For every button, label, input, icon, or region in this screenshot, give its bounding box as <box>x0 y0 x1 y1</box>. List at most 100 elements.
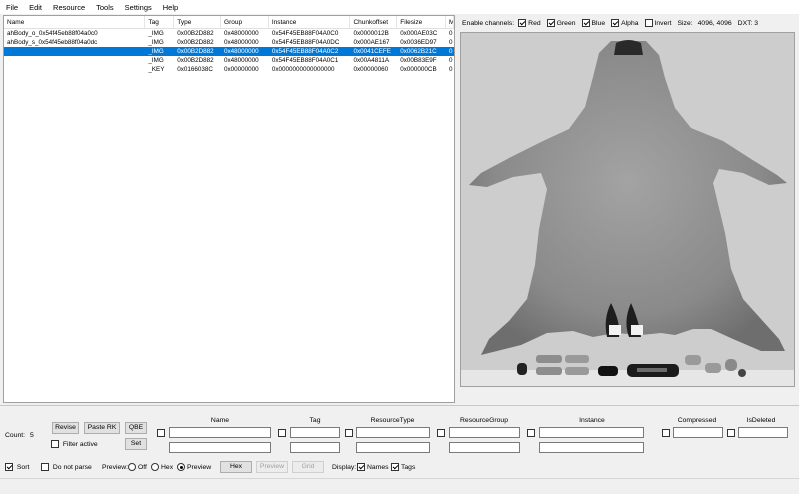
preview-off-radio[interactable]: Off <box>128 463 147 471</box>
filter-name-input-2[interactable] <box>169 442 271 453</box>
filter-resourcetype-checkbox[interactable] <box>345 429 353 437</box>
dxt-readout: DXT: 3 <box>737 19 759 27</box>
column-header-group[interactable]: Group <box>221 16 269 28</box>
preview-preview-label: Preview <box>187 463 212 471</box>
checkbox-icon <box>357 463 365 471</box>
resource-row[interactable]: ahBody_o_0x54f45eb88f04a0c0 _IMG 0x00B2D88… <box>4 29 454 38</box>
menu-tools[interactable]: Tools <box>96 3 114 12</box>
filter-name-checkbox[interactable] <box>157 429 165 437</box>
column-header-name[interactable]: Name <box>4 16 146 28</box>
cell-instance: 0x54F45EB88F04A0DC <box>271 39 340 46</box>
channel-alpha-label: Alpha <box>621 19 639 27</box>
invert-checkbox[interactable]: Invert <box>644 19 672 27</box>
count-value: 5 <box>30 432 34 439</box>
filter-tag-checkbox[interactable] <box>278 429 286 437</box>
cell-instance: 0x0000000000000000 <box>271 66 335 73</box>
resource-list[interactable]: Name Tag Type Group Instance Chunkoffset… <box>3 15 455 403</box>
cell-filesize: 0x0036ED97 <box>400 39 437 46</box>
filter-header-resourcegroup: ResourceGroup <box>460 417 508 424</box>
cell-more: 0 <box>449 66 453 73</box>
preview-off-label: Off <box>138 463 147 471</box>
column-header-filesize[interactable]: Filesize <box>397 16 447 28</box>
cell-type: 0x00B2D882 <box>177 39 214 46</box>
cell-filesize: 0x0062B21C <box>400 48 437 55</box>
texture-preview <box>460 32 795 387</box>
do-not-parse-checkbox[interactable]: Do not parse <box>41 463 92 471</box>
cell-more: 0 <box>449 48 453 55</box>
preview-button[interactable]: Preview <box>256 461 288 473</box>
filter-resourcegroup-input[interactable] <box>449 427 520 438</box>
menu-edit[interactable]: Edit <box>29 3 42 12</box>
channel-alpha-checkbox[interactable]: Alpha <box>611 19 639 27</box>
qbe-button[interactable]: QBE <box>125 422 147 434</box>
filter-resourcegroup-input-2[interactable] <box>449 442 520 453</box>
channel-red-label: Red <box>528 19 541 27</box>
filter-resourcetype-input[interactable] <box>356 427 430 438</box>
filter-isdeleted-checkbox[interactable] <box>727 429 735 437</box>
preview-pane: Enable channels: Red Green Blue Alpha In… <box>459 15 796 403</box>
checkbox-icon <box>5 463 13 471</box>
filter-resourcegroup-checkbox[interactable] <box>437 429 445 437</box>
filter-tag-input[interactable] <box>290 427 340 438</box>
filter-resourcetype-input-2[interactable] <box>356 442 430 453</box>
cell-instance: 0x54F45EB88F04A0C0 <box>271 30 339 37</box>
menu-resource[interactable]: Resource <box>53 3 85 12</box>
column-header-instance[interactable]: Instance <box>269 16 351 28</box>
display-label: Display: <box>332 464 357 471</box>
filter-header-tag: Tag <box>309 417 321 424</box>
filter-tag-input-2[interactable] <box>290 442 340 453</box>
filter-compressed-input[interactable] <box>673 427 723 438</box>
cell-filesize: 0x000000CB <box>400 66 437 73</box>
set-button[interactable]: Set <box>125 438 147 450</box>
cell-type: 0x00B2D882 <box>177 48 214 55</box>
sort-checkbox[interactable]: Sort <box>5 463 29 471</box>
menu-help[interactable]: Help <box>163 3 178 12</box>
filter-active-checkbox[interactable]: Filter active <box>51 440 98 448</box>
cell-chunkoffset: 0x00A4811A <box>353 57 390 64</box>
display-tags-checkbox[interactable]: Tags <box>391 463 415 471</box>
filter-name-input[interactable] <box>169 427 271 438</box>
menu-file[interactable]: File <box>6 3 18 12</box>
column-header-type[interactable]: Type <box>174 16 222 28</box>
channel-green-checkbox[interactable]: Green <box>546 19 576 27</box>
filter-header-resourcetype: ResourceType <box>370 417 415 424</box>
channel-red-checkbox[interactable]: Red <box>518 19 541 27</box>
resource-row[interactable]: _KEY 0x0166038C 0x00000000 0x00000000000000… <box>4 65 454 74</box>
menu-settings[interactable]: Settings <box>125 3 152 12</box>
hex-button[interactable]: Hex <box>220 461 252 473</box>
preview-hex-label: Hex <box>161 463 174 471</box>
texture-image <box>461 40 794 386</box>
invert-label: Invert <box>654 19 672 27</box>
status-bar <box>0 478 799 494</box>
checkbox-icon <box>644 19 653 27</box>
checkbox-icon <box>611 19 620 27</box>
preview-hex-radio[interactable]: Hex <box>151 463 173 471</box>
column-header-chunkoffset[interactable]: Chunkoffset <box>350 16 398 28</box>
filter-header-compressed: Compressed <box>677 417 717 424</box>
filter-instance-input[interactable] <box>539 427 644 438</box>
filter-instance-checkbox[interactable] <box>527 429 535 437</box>
enable-channels-label: Enable channels: <box>462 19 515 27</box>
cell-group: 0x48000000 <box>224 39 259 46</box>
filter-instance-input-2[interactable] <box>539 442 644 453</box>
cell-group: 0x48000000 <box>224 57 259 64</box>
radio-icon <box>151 463 159 471</box>
filter-compressed-checkbox[interactable] <box>662 429 670 437</box>
preview-preview-radio[interactable]: Preview <box>177 463 211 471</box>
preview-label: Preview: <box>102 464 129 471</box>
resource-row[interactable]: ahBody_s_0x54f45eb88f04a0dc _IMG 0x00B2D88… <box>4 38 454 47</box>
cell-filesize: 0x000AE03C <box>400 30 438 37</box>
display-names-checkbox[interactable]: Names <box>357 463 389 471</box>
channel-blue-checkbox[interactable]: Blue <box>581 19 605 27</box>
column-header-tag[interactable]: Tag <box>145 16 175 28</box>
filter-isdeleted-input[interactable] <box>738 427 788 438</box>
resource-row[interactable]: _IMG 0x00B2D882 0x48000000 0x54F45EB88F04A0… <box>4 56 454 65</box>
size-readout: Size: 4096, 4096 <box>678 20 732 27</box>
column-header-more[interactable]: M <box>446 16 454 28</box>
cell-tag: _IMG <box>148 30 164 37</box>
resource-row[interactable]: _IMG 0x00B2D882 0x48000000 0x54F45EB88F04A0… <box>4 47 454 56</box>
cell-chunkoffset: 0x0041CEFE <box>353 48 391 55</box>
grid-button[interactable]: Grid <box>292 461 324 473</box>
paste-rk-button[interactable]: Paste RK <box>84 422 120 434</box>
revise-button[interactable]: Revise <box>52 422 79 434</box>
